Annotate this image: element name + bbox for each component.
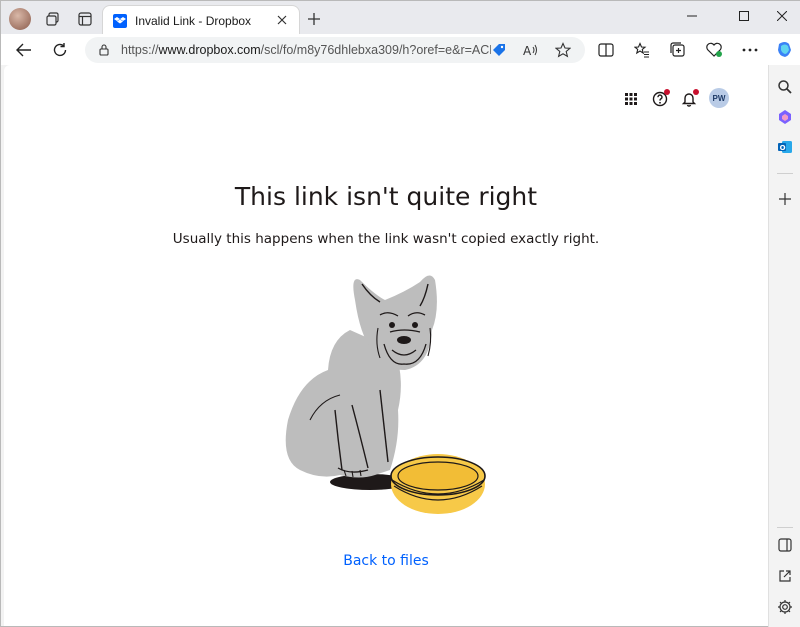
navigation-bar: https://www.dropbox.com/scl/fo/m8y76dhle…	[1, 34, 800, 65]
user-avatar[interactable]: PW	[709, 88, 729, 108]
sidebar-divider	[777, 173, 793, 174]
help-notification-dot	[664, 89, 670, 95]
address-bar[interactable]: https://www.dropbox.com/scl/fo/m8y76dhle…	[85, 37, 585, 63]
browser-window: Invalid Link - Dropbox https://www.dropb…	[0, 0, 800, 627]
svg-text:A: A	[523, 44, 532, 57]
page-subtitle: Usually this happens when the link wasn'…	[172, 231, 600, 247]
url-prefix: https://	[121, 43, 159, 57]
outlook-icon[interactable]: O	[775, 137, 795, 157]
page-title: This link isn't quite right	[234, 182, 538, 211]
copilot-sidebar-icon[interactable]	[775, 107, 795, 127]
back-to-files-link[interactable]: Back to files	[4, 553, 768, 569]
page-content: PW This link isn't quite right Usually t…	[4, 65, 768, 626]
dropbox-favicon	[113, 14, 127, 28]
bell-notification-dot	[693, 89, 699, 95]
read-aloud-icon[interactable]: A	[521, 40, 541, 60]
more-menu-icon[interactable]	[737, 37, 763, 63]
help-icon[interactable]	[650, 89, 670, 109]
collections-icon[interactable]	[665, 37, 691, 63]
workspaces-icon[interactable]	[41, 7, 65, 31]
svg-text:O: O	[780, 144, 786, 152]
url-host: www.dropbox.com	[158, 43, 261, 57]
tab-bar: Invalid Link - Dropbox	[1, 1, 800, 35]
tab-active[interactable]: Invalid Link - Dropbox	[103, 6, 299, 35]
hide-sidebar-icon[interactable]	[775, 535, 795, 555]
browser-essentials-icon[interactable]	[701, 37, 727, 63]
add-icon[interactable]	[775, 189, 795, 209]
app-grid-icon[interactable]	[621, 89, 641, 109]
tag-icon[interactable]	[489, 40, 509, 60]
refresh-icon[interactable]	[47, 37, 73, 63]
minimize-icon[interactable]	[669, 1, 714, 31]
favorites-icon[interactable]	[629, 37, 655, 63]
split-screen-icon[interactable]	[593, 37, 619, 63]
close-icon[interactable]	[273, 11, 291, 29]
settings-gear-icon[interactable]	[775, 597, 795, 617]
site-info-icon[interactable]	[97, 43, 111, 57]
favorite-star-icon[interactable]	[553, 40, 573, 60]
tab-title: Invalid Link - Dropbox	[135, 14, 252, 28]
bell-icon[interactable]	[679, 89, 699, 109]
plus-icon[interactable]	[303, 8, 325, 30]
open-external-icon[interactable]	[775, 566, 795, 586]
profile-avatar[interactable]	[9, 8, 31, 30]
window-close-icon[interactable]	[759, 1, 800, 31]
edge-sidebar: O	[768, 65, 800, 627]
tab-actions-icon[interactable]	[73, 7, 97, 31]
copilot-icon[interactable]	[772, 37, 798, 63]
back-arrow-icon[interactable]	[11, 37, 37, 63]
sad-dog-illustration	[280, 270, 500, 530]
url-text[interactable]: https://www.dropbox.com/scl/fo/m8y76dhle…	[121, 43, 491, 57]
sidebar-divider	[777, 527, 793, 528]
url-path: /scl/fo/m8y76dhlebxa309/h?oref=e&r=ACD..…	[260, 43, 491, 57]
search-icon[interactable]	[775, 77, 795, 97]
